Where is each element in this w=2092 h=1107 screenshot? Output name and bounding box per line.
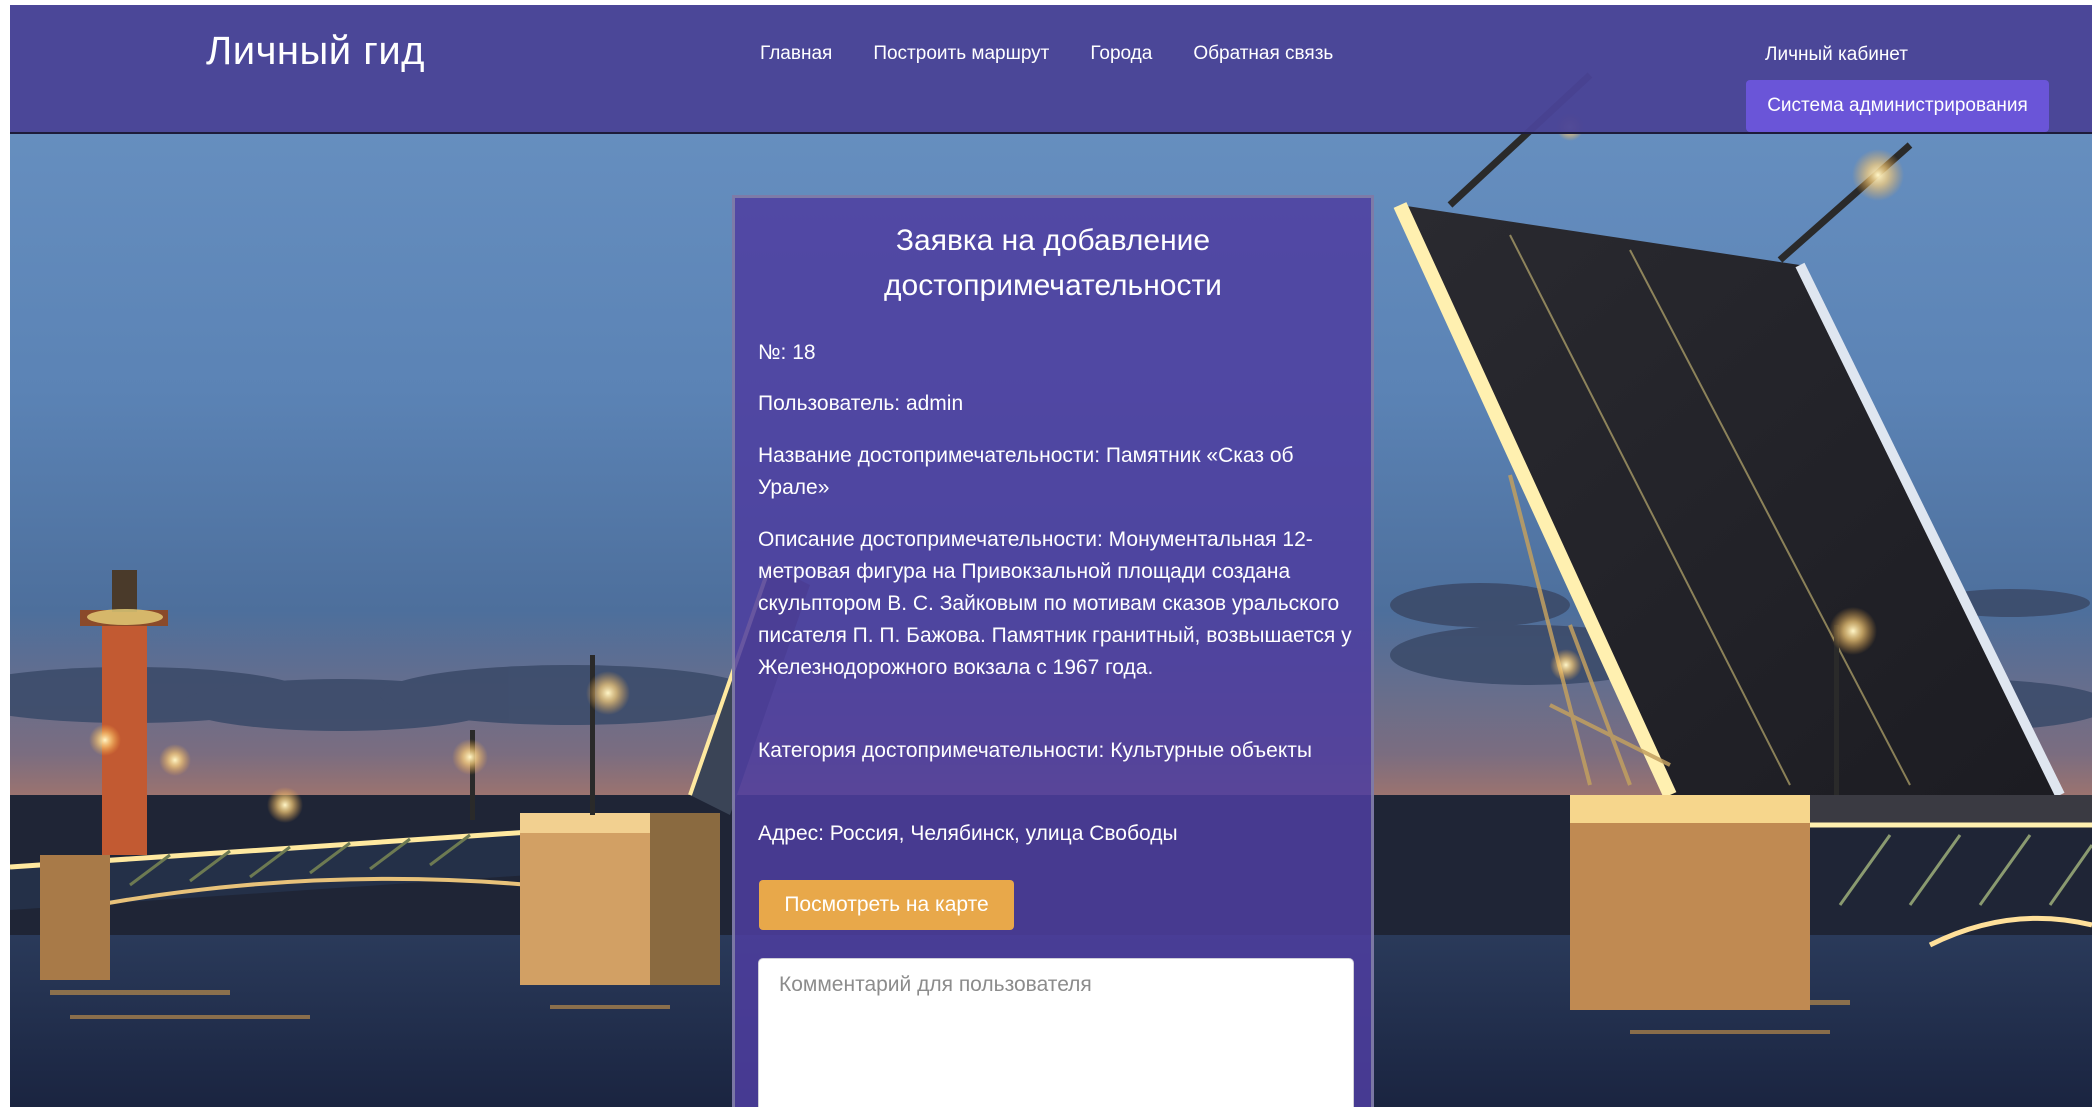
attraction-address: Адрес: Россия, Челябинск, улица Свободы <box>758 822 1178 845</box>
attraction-name: Название достопримечательности: Памятник… <box>758 444 1294 499</box>
brand-logo[interactable]: Личный гид <box>206 29 425 74</box>
request-card: Заявка на добавление достопримечательнос… <box>732 195 1374 1107</box>
admin-system-button[interactable]: Система администрирования <box>1746 80 2049 132</box>
top-navbar: Личный гид Главная Построить маршрут Гор… <box>10 5 2092 134</box>
request-user: Пользователь: admin <box>758 392 964 415</box>
nav-link-feedback[interactable]: Обратная связь <box>1193 43 1333 65</box>
nav-link-cities[interactable]: Города <box>1090 43 1152 65</box>
attraction-category: Категория достопримечательности: Культур… <box>758 739 1312 762</box>
nav-link-home[interactable]: Главная <box>760 43 832 65</box>
nav-link-build-route[interactable]: Построить маршрут <box>873 43 1049 65</box>
personal-account-link[interactable]: Личный кабинет <box>1765 44 1908 66</box>
attraction-description: Описание достопримечательности: Монумент… <box>758 528 1352 679</box>
card-title: Заявка на добавление достопримечательнос… <box>884 224 1222 302</box>
user-comment-textarea[interactable] <box>758 958 1354 1107</box>
page: Личный гид Главная Построить маршрут Гор… <box>10 5 2092 1107</box>
view-on-map-button[interactable]: Посмотреть на карте <box>759 880 1014 930</box>
main-nav: Главная Построить маршрут Города Обратна… <box>760 43 1374 65</box>
request-number: №: 18 <box>758 341 816 364</box>
